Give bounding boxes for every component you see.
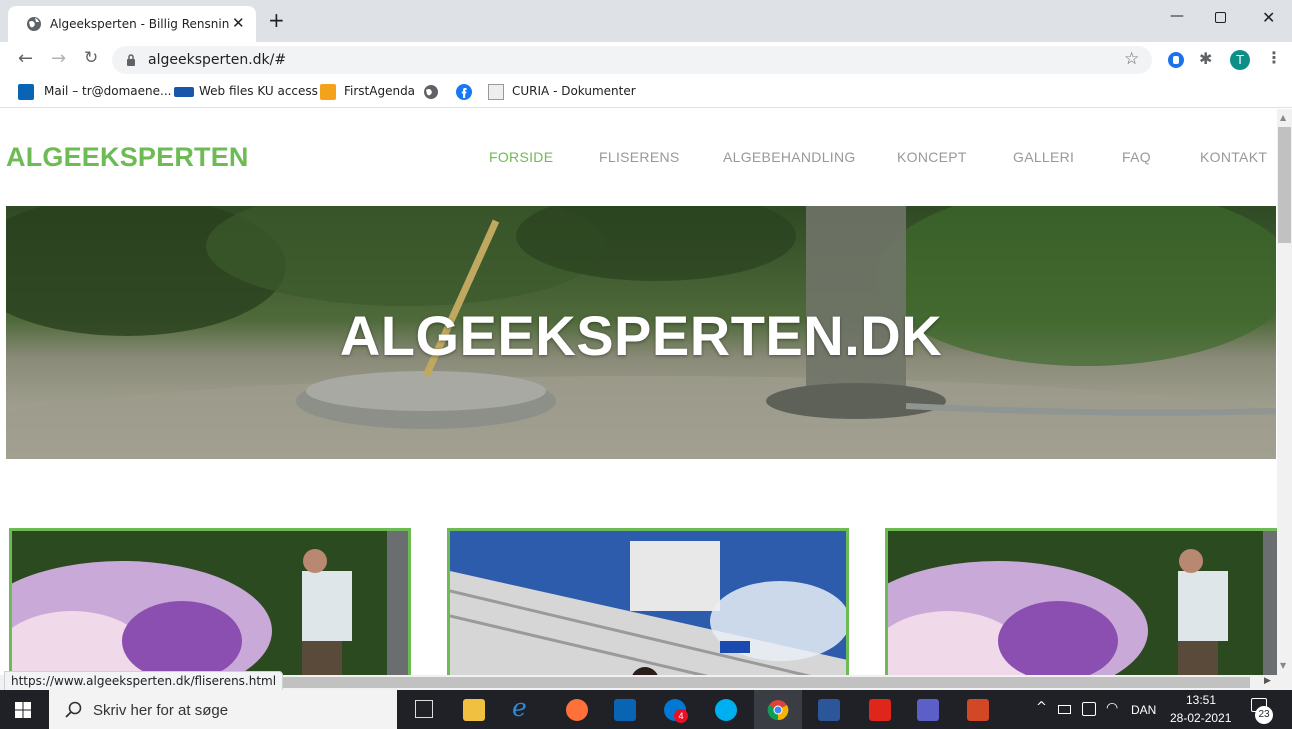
card-photo-3: [888, 531, 1277, 675]
display-icon[interactable]: [1082, 702, 1096, 716]
language-indicator[interactable]: DAN: [1131, 703, 1156, 717]
acrobat-icon[interactable]: [869, 699, 891, 721]
service-card-2[interactable]: [447, 528, 849, 675]
card-photo-2: [450, 531, 846, 675]
taskbar-search[interactable]: Skriv her for at søge: [49, 690, 397, 729]
search-icon: [65, 701, 82, 718]
powerpoint-icon[interactable]: [967, 699, 989, 721]
globe-icon: [27, 17, 41, 31]
file-explorer-icon[interactable]: [463, 699, 485, 721]
ku-icon: [174, 87, 194, 97]
firefox-icon[interactable]: [566, 699, 588, 721]
nav-algebehandling[interactable]: ALGEBEHANDLING: [723, 149, 856, 165]
skype-business-icon[interactable]: 4: [664, 699, 688, 723]
windows-taskbar: Skriv her for at søge e 4 ^ ◠ DAN 13:51 …: [0, 690, 1292, 729]
vertical-scrollbar[interactable]: ▲ ▼: [1277, 109, 1292, 675]
site-logo[interactable]: ALGEEKSPERTEN: [6, 142, 249, 173]
globe-bookmark-icon[interactable]: [423, 84, 439, 100]
skype-badge: 4: [674, 709, 688, 723]
url-text: algeeksperten.dk/#: [148, 52, 287, 68]
battery-icon[interactable]: [1058, 705, 1071, 714]
word-icon[interactable]: [818, 699, 840, 721]
puzzle-icon[interactable]: ✱: [1199, 49, 1212, 68]
restore-icon[interactable]: [1215, 12, 1226, 23]
service-card-3[interactable]: [885, 528, 1277, 675]
browser-tab-bar: Algeeksperten - Billig Rensning a ✕ + — …: [0, 0, 1292, 42]
bookmark-ku[interactable]: Web files KU access: [199, 84, 318, 98]
skype-icon[interactable]: [715, 699, 737, 721]
window-close-icon[interactable]: ✕: [1262, 8, 1275, 27]
extension-icon[interactable]: [1168, 52, 1184, 68]
nav-fliserens[interactable]: FLISERENS: [599, 149, 680, 165]
search-placeholder: Skriv her for at søge: [93, 702, 229, 719]
menu-kebab-icon[interactable]: ⋮: [1266, 48, 1282, 67]
nav-galleri[interactable]: GALLERI: [1013, 149, 1074, 165]
clock-date[interactable]: 28-02-2021: [1170, 711, 1231, 725]
reload-icon[interactable]: ↻: [84, 48, 98, 68]
vertical-scroll-thumb[interactable]: [1278, 127, 1291, 243]
chrome-icon[interactable]: [767, 699, 789, 721]
link-status-bubble: https://www.algeeksperten.dk/fliserens.h…: [4, 671, 284, 691]
scroll-down-icon[interactable]: ▼: [1280, 661, 1286, 670]
forward-icon[interactable]: →: [51, 48, 66, 69]
scroll-right-icon[interactable]: ▶: [1264, 676, 1271, 686]
facebook-icon[interactable]: [456, 84, 472, 100]
back-icon[interactable]: ←: [18, 48, 33, 69]
nav-faq[interactable]: FAQ: [1122, 149, 1151, 165]
clock-time[interactable]: 13:51: [1186, 693, 1216, 707]
browser-tab[interactable]: Algeeksperten - Billig Rensning a ✕: [8, 6, 256, 42]
bookmark-curia[interactable]: CURIA - Dokumenter: [512, 84, 636, 98]
tab-close-icon[interactable]: ✕: [232, 14, 245, 32]
outlook-taskbar-icon[interactable]: [614, 699, 636, 721]
windows-start-icon[interactable]: [15, 702, 31, 718]
nav-kontakt[interactable]: KONTAKT: [1200, 149, 1267, 165]
page-content: ALGEEKSPERTEN FORSIDE FLISERENS ALGEBEHA…: [0, 109, 1277, 675]
nav-forside[interactable]: FORSIDE: [489, 149, 553, 165]
browser-toolbar: ← → ↻ algeeksperten.dk/# ☆ ✱ T ⋮: [0, 42, 1292, 78]
horizontal-scroll-thumb[interactable]: [250, 677, 1250, 688]
address-bar[interactable]: algeeksperten.dk/# ☆: [112, 46, 1152, 74]
task-view-icon[interactable]: [415, 700, 433, 718]
edge-icon[interactable]: e: [512, 693, 527, 722]
firstagenda-icon: [320, 84, 336, 100]
service-card-1[interactable]: [9, 528, 411, 675]
bookmark-mail[interactable]: Mail – tr@domaene...: [44, 84, 171, 98]
bookmarks-bar: Mail – tr@domaene... Web files KU access…: [0, 78, 1292, 108]
wifi-icon[interactable]: ◠: [1106, 700, 1118, 716]
curia-icon: [488, 84, 504, 100]
nav-koncept[interactable]: KONCEPT: [897, 149, 967, 165]
tab-title: Algeeksperten - Billig Rensning a: [50, 17, 230, 31]
outlook-icon: [18, 84, 34, 100]
bookmark-star-icon[interactable]: ☆: [1124, 49, 1139, 69]
bookmark-firstagenda[interactable]: FirstAgenda: [344, 84, 415, 98]
profile-avatar[interactable]: T: [1230, 50, 1250, 70]
scroll-up-icon[interactable]: ▲: [1280, 113, 1286, 122]
tray-chevron-icon[interactable]: ^: [1036, 700, 1047, 715]
notification-badge: 23: [1255, 706, 1273, 724]
hero-title: ALGEEKSPERTEN.DK: [339, 304, 943, 367]
new-tab-icon[interactable]: +: [268, 10, 285, 30]
card-photo-1: [12, 531, 408, 675]
teams-icon[interactable]: [917, 699, 939, 721]
hero-banner: ALGEEKSPERTEN.DK: [6, 206, 1276, 459]
lock-icon: [127, 54, 135, 66]
minimize-icon[interactable]: —: [1170, 8, 1184, 24]
